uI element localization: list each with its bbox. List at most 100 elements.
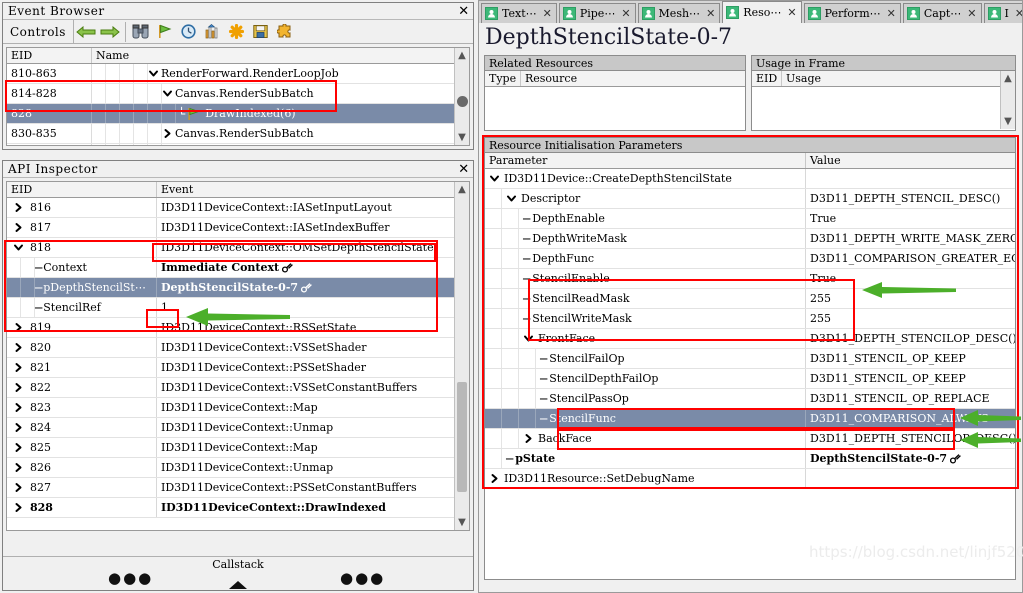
scroll-thumb[interactable] <box>457 382 467 492</box>
scroll-up-icon[interactable]: ▲ <box>1001 71 1015 86</box>
usage-in-frame-panel: Usage in Frame EID Usage ▲ ▼ <box>751 55 1016 131</box>
event-browser-row[interactable]: 830-835 Canvas.RenderSubBatch <box>7 124 469 144</box>
api-inspector-grid[interactable]: EID Event 816 ID3D11DeviceContext::IASetI… <box>6 181 470 531</box>
init-param-value: D3D11_DEPTH_STENCILOP_DESC() <box>810 432 1015 445</box>
init-param-row[interactable]: ─ StencilFunc D3D11_COMPARISON_ALWAYS <box>485 409 1015 429</box>
init-param-value: D3D11_STENCIL_OP_REPLACE <box>810 392 990 405</box>
api-inspector-row[interactable]: 826 ID3D11DeviceContext::Unmap <box>7 458 469 478</box>
api-row-eid: ─ StencilRef <box>7 298 157 317</box>
resource-tab[interactable]: Perform⋯ ✕ <box>803 3 901 23</box>
init-param-row[interactable]: BackFace D3D11_DEPTH_STENCILOP_DESC() <box>485 429 1015 449</box>
usage-in-frame-body[interactable] <box>752 87 1000 129</box>
event-browser-row[interactable]: 810-863 RenderForward.RenderLoopJob <box>7 64 469 84</box>
close-icon[interactable]: ✕ <box>457 162 471 176</box>
resource-tab[interactable]: Text⋯ ✕ <box>481 3 557 23</box>
event-browser-scrollbar[interactable]: ▲ ▼ <box>454 48 469 145</box>
event-browser-row[interactable]: 814-828 Canvas.RenderSubBatch <box>7 84 469 104</box>
callstack-collapse-icon[interactable] <box>229 581 247 589</box>
init-param-row[interactable]: ─ DepthWriteMask D3D11_DEPTH_WRITE_MASK_ZE… <box>485 229 1015 249</box>
api-inspector-row[interactable]: 818 ID3D11DeviceContext::OMSetDepthStenci… <box>7 238 469 258</box>
tab-label: Pipe⋯ <box>579 7 616 20</box>
event-browser-row[interactable]: 828 └ DrawIndexed(6) <box>7 104 469 124</box>
init-param-row[interactable]: Descriptor D3D11_DEPTH_STENCIL_DESC() <box>485 189 1015 209</box>
init-param-name: Descriptor <box>485 189 806 208</box>
init-param-row[interactable]: ─ pState DepthStencilState-0-7 <box>485 449 1015 469</box>
tab-close-icon[interactable]: ✕ <box>543 7 552 20</box>
api-inspector-row[interactable]: 827 ID3D11DeviceContext::PSSetConstantBuf… <box>7 478 469 498</box>
scroll-down-icon[interactable]: ▼ <box>1001 114 1015 129</box>
init-param-row[interactable]: FrontFace D3D11_DEPTH_STENCILOP_DESC() <box>485 329 1015 349</box>
forward-arrow-icon[interactable] <box>98 21 122 43</box>
api-inspector-row[interactable]: 820 ID3D11DeviceContext::VSSetShader <box>7 338 469 358</box>
api-inspector-row[interactable]: 816 ID3D11DeviceContext::IASetInputLayout <box>7 198 469 218</box>
scroll-thumb-dot[interactable] <box>457 96 468 107</box>
api-inspector-row[interactable]: 824 ID3D11DeviceContext::Unmap <box>7 418 469 438</box>
resource-tab[interactable]: Reso⋯ ✕ <box>722 1 802 23</box>
init-param-name: ─ StencilWriteMask <box>485 309 806 328</box>
api-inspector-row[interactable]: ─ pDepthStencilSt⋯ DepthStencilState-0-7 <box>7 278 469 298</box>
init-params-panel: Resource Initialisation Parameters Param… <box>484 137 1016 580</box>
api-inspector-row[interactable]: 822 ID3D11DeviceContext::VSSetConstantBuf… <box>7 378 469 398</box>
tab-close-icon[interactable]: ✕ <box>1015 7 1022 20</box>
callstack-left-dots[interactable]: ●●● <box>108 569 153 587</box>
timeline-clock-icon[interactable] <box>177 21 201 43</box>
api-inspector-row[interactable]: 825 ID3D11DeviceContext::Map <box>7 438 469 458</box>
scroll-down-icon[interactable]: ▼ <box>455 515 469 530</box>
api-inspector-row[interactable]: 828 ID3D11DeviceContext::DrawIndexed <box>7 498 469 518</box>
related-resources-header: Type Resource <box>485 71 745 87</box>
resource-tab[interactable]: I ✕ <box>983 3 1022 23</box>
back-arrow-icon[interactable] <box>74 21 98 43</box>
scroll-up-icon[interactable]: ▲ <box>455 182 469 197</box>
event-row-name: Canvas.RenderSubBatch <box>92 124 469 143</box>
api-inspector-row[interactable]: ─ StencilRef 1 <box>7 298 469 318</box>
tab-close-icon[interactable]: ✕ <box>967 7 976 20</box>
init-param-row[interactable]: ─ StencilEnable True <box>485 269 1015 289</box>
init-param-name: ─ StencilReadMask <box>485 289 806 308</box>
tab-close-icon[interactable]: ✕ <box>706 7 715 20</box>
resource-title: DepthStencilState-0-7 <box>485 25 732 50</box>
event-browser-grid[interactable]: EID Name 810-863 RenderForward.RenderLoop… <box>6 47 470 146</box>
tab-close-icon[interactable]: ✕ <box>887 7 896 20</box>
event-browser-header: EID Name <box>7 48 469 64</box>
init-param-row[interactable]: ─ StencilPassOp D3D11_STENCIL_OP_REPLACE <box>485 389 1015 409</box>
api-inspector-row[interactable]: 823 ID3D11DeviceContext::Map <box>7 398 469 418</box>
close-icon[interactable]: ✕ <box>457 4 471 18</box>
event-browser-titlebar: Event Browser ✕ <box>3 3 473 20</box>
init-param-name: ─ DepthEnable <box>485 209 806 228</box>
init-param-row[interactable]: ID3D11Device::CreateDepthStencilState <box>485 169 1015 189</box>
api-inspector-scrollbar[interactable]: ▲ ▼ <box>454 182 469 530</box>
scroll-up-icon[interactable]: ▲ <box>455 48 469 63</box>
green-flag-icon[interactable] <box>153 21 177 43</box>
api-inspector-row[interactable]: ─ Context Immediate Context <box>7 258 469 278</box>
api-row-event: DepthStencilState-0-7 <box>157 278 469 297</box>
init-param-value: D3D11_COMPARISON_ALWAYS <box>810 412 989 425</box>
tab-close-icon[interactable]: ✕ <box>787 6 796 19</box>
api-inspector-titlebar: API Inspector ✕ <box>3 161 473 178</box>
resource-tab[interactable]: Pipe⋯ ✕ <box>558 3 636 23</box>
resource-tab[interactable]: Capt⋯ ✕ <box>902 3 982 23</box>
find-binoculars-icon[interactable] <box>129 21 153 43</box>
init-param-row[interactable]: ─ StencilDepthFailOp D3D11_STENCIL_OP_KEEP <box>485 369 1015 389</box>
init-param-row[interactable]: ─DepthFunc D3D11_COMPARISON_GREATER_EQUAL <box>485 249 1015 269</box>
api-inspector-row[interactable]: 819 ID3D11DeviceContext::RSSetState <box>7 318 469 338</box>
resource-tab[interactable]: Mesh⋯ ✕ <box>637 3 721 23</box>
init-param-row[interactable]: ─ DepthEnable True <box>485 209 1015 229</box>
event-browser-row[interactable]: 838-844Canvas.RenderSubBatch <box>7 144 469 145</box>
init-param-row[interactable]: ─ StencilWriteMask 255 <box>485 309 1015 329</box>
column-header-type: Type <box>485 71 521 86</box>
related-resources-body[interactable] <box>485 87 745 129</box>
puzzle-piece-icon[interactable] <box>273 21 297 43</box>
bar-chart-icon[interactable] <box>201 21 225 43</box>
save-disk-icon[interactable] <box>249 21 273 43</box>
api-inspector-row[interactable]: 821 ID3D11DeviceContext::PSSetShader <box>7 358 469 378</box>
callstack-right-dots[interactable]: ●●● <box>340 569 385 587</box>
tab-label: Mesh⋯ <box>658 7 701 20</box>
usage-in-frame-scrollbar[interactable]: ▲ ▼ <box>1000 71 1015 129</box>
init-param-row[interactable]: ─ StencilFailOp D3D11_STENCIL_OP_KEEP <box>485 349 1015 369</box>
tab-close-icon[interactable]: ✕ <box>621 7 630 20</box>
api-inspector-row[interactable]: 817 ID3D11DeviceContext::IASetIndexBuffer <box>7 218 469 238</box>
asterisk-star-icon[interactable] <box>225 21 249 43</box>
scroll-down-icon[interactable]: ▼ <box>455 130 469 145</box>
init-param-row[interactable]: ID3D11Resource::SetDebugName <box>485 469 1015 489</box>
init-param-row[interactable]: ─ StencilReadMask 255 <box>485 289 1015 309</box>
